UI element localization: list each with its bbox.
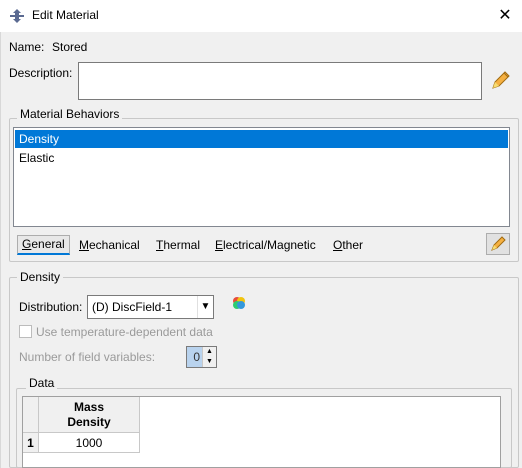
column-header-line1: Mass — [73, 400, 105, 414]
chevron-down-icon: ▼ — [197, 296, 213, 318]
description-input[interactable] — [78, 62, 482, 100]
close-icon: ✕ — [498, 7, 512, 24]
edit-icon — [491, 236, 506, 251]
name-value: Stored — [52, 40, 88, 54]
data-table[interactable]: Mass Density 1 1000 — [22, 396, 501, 468]
field-variables-value: 0 — [193, 350, 200, 364]
distribution-select[interactable]: (D) DiscField-1 ▼ — [87, 295, 214, 319]
table-corner — [23, 397, 39, 433]
column-header-line2: Density — [67, 415, 111, 429]
pencil-icon[interactable] — [489, 68, 513, 92]
menu-electrical-magnetic[interactable]: Electrical/Magnetic — [215, 238, 316, 252]
close-button[interactable]: ✕ — [493, 4, 517, 28]
menu-general-label: General — [22, 237, 65, 251]
spin-up-icon[interactable]: ▲ — [202, 347, 216, 357]
material-behaviors-list[interactable]: Density Elastic — [13, 127, 510, 227]
menu-general[interactable]: General — [17, 235, 70, 255]
menu-electrical-magnetic-label: Electrical/Magnetic — [215, 238, 316, 252]
list-item-elastic[interactable]: Elastic — [15, 149, 508, 167]
temperature-dependent-checkbox[interactable] — [19, 325, 32, 338]
description-label: Description: — [9, 66, 73, 80]
menu-thermal-label: Thermal — [156, 238, 201, 252]
distribution-value: (D) DiscField-1 — [92, 300, 173, 314]
temperature-dependent-label: Use temperature-dependent data — [36, 325, 213, 339]
field-icon[interactable] — [231, 295, 247, 311]
edit-behavior-button[interactable] — [486, 233, 510, 255]
menu-other[interactable]: Other — [333, 238, 363, 252]
window-title: Edit Material — [32, 8, 99, 22]
list-item-density[interactable]: Density — [15, 130, 508, 148]
data-title: Data — [26, 376, 58, 390]
field-variables-spinner[interactable]: 0 ▲ ▼ — [186, 346, 217, 368]
menu-thermal[interactable]: Thermal — [156, 238, 200, 252]
column-header-mass-density[interactable]: Mass Density — [39, 397, 140, 433]
spin-down-icon[interactable]: ▼ — [202, 357, 216, 367]
row-header[interactable]: 1 — [23, 433, 39, 453]
name-label: Name: — [9, 40, 45, 54]
material-behaviors-title: Material Behaviors — [17, 107, 123, 121]
distribution-label: Distribution: — [19, 300, 83, 314]
table-cell[interactable]: 1000 — [39, 433, 140, 453]
menu-other-label: Other — [333, 238, 364, 252]
menu-mechanical-label: Mechanical — [79, 238, 140, 252]
menu-mechanical[interactable]: Mechanical — [79, 238, 140, 252]
density-title: Density — [17, 270, 64, 284]
title-bar: Edit Material ✕ — [0, 0, 522, 32]
app-icon — [10, 9, 24, 23]
field-variables-label: Number of field variables: — [19, 350, 156, 364]
